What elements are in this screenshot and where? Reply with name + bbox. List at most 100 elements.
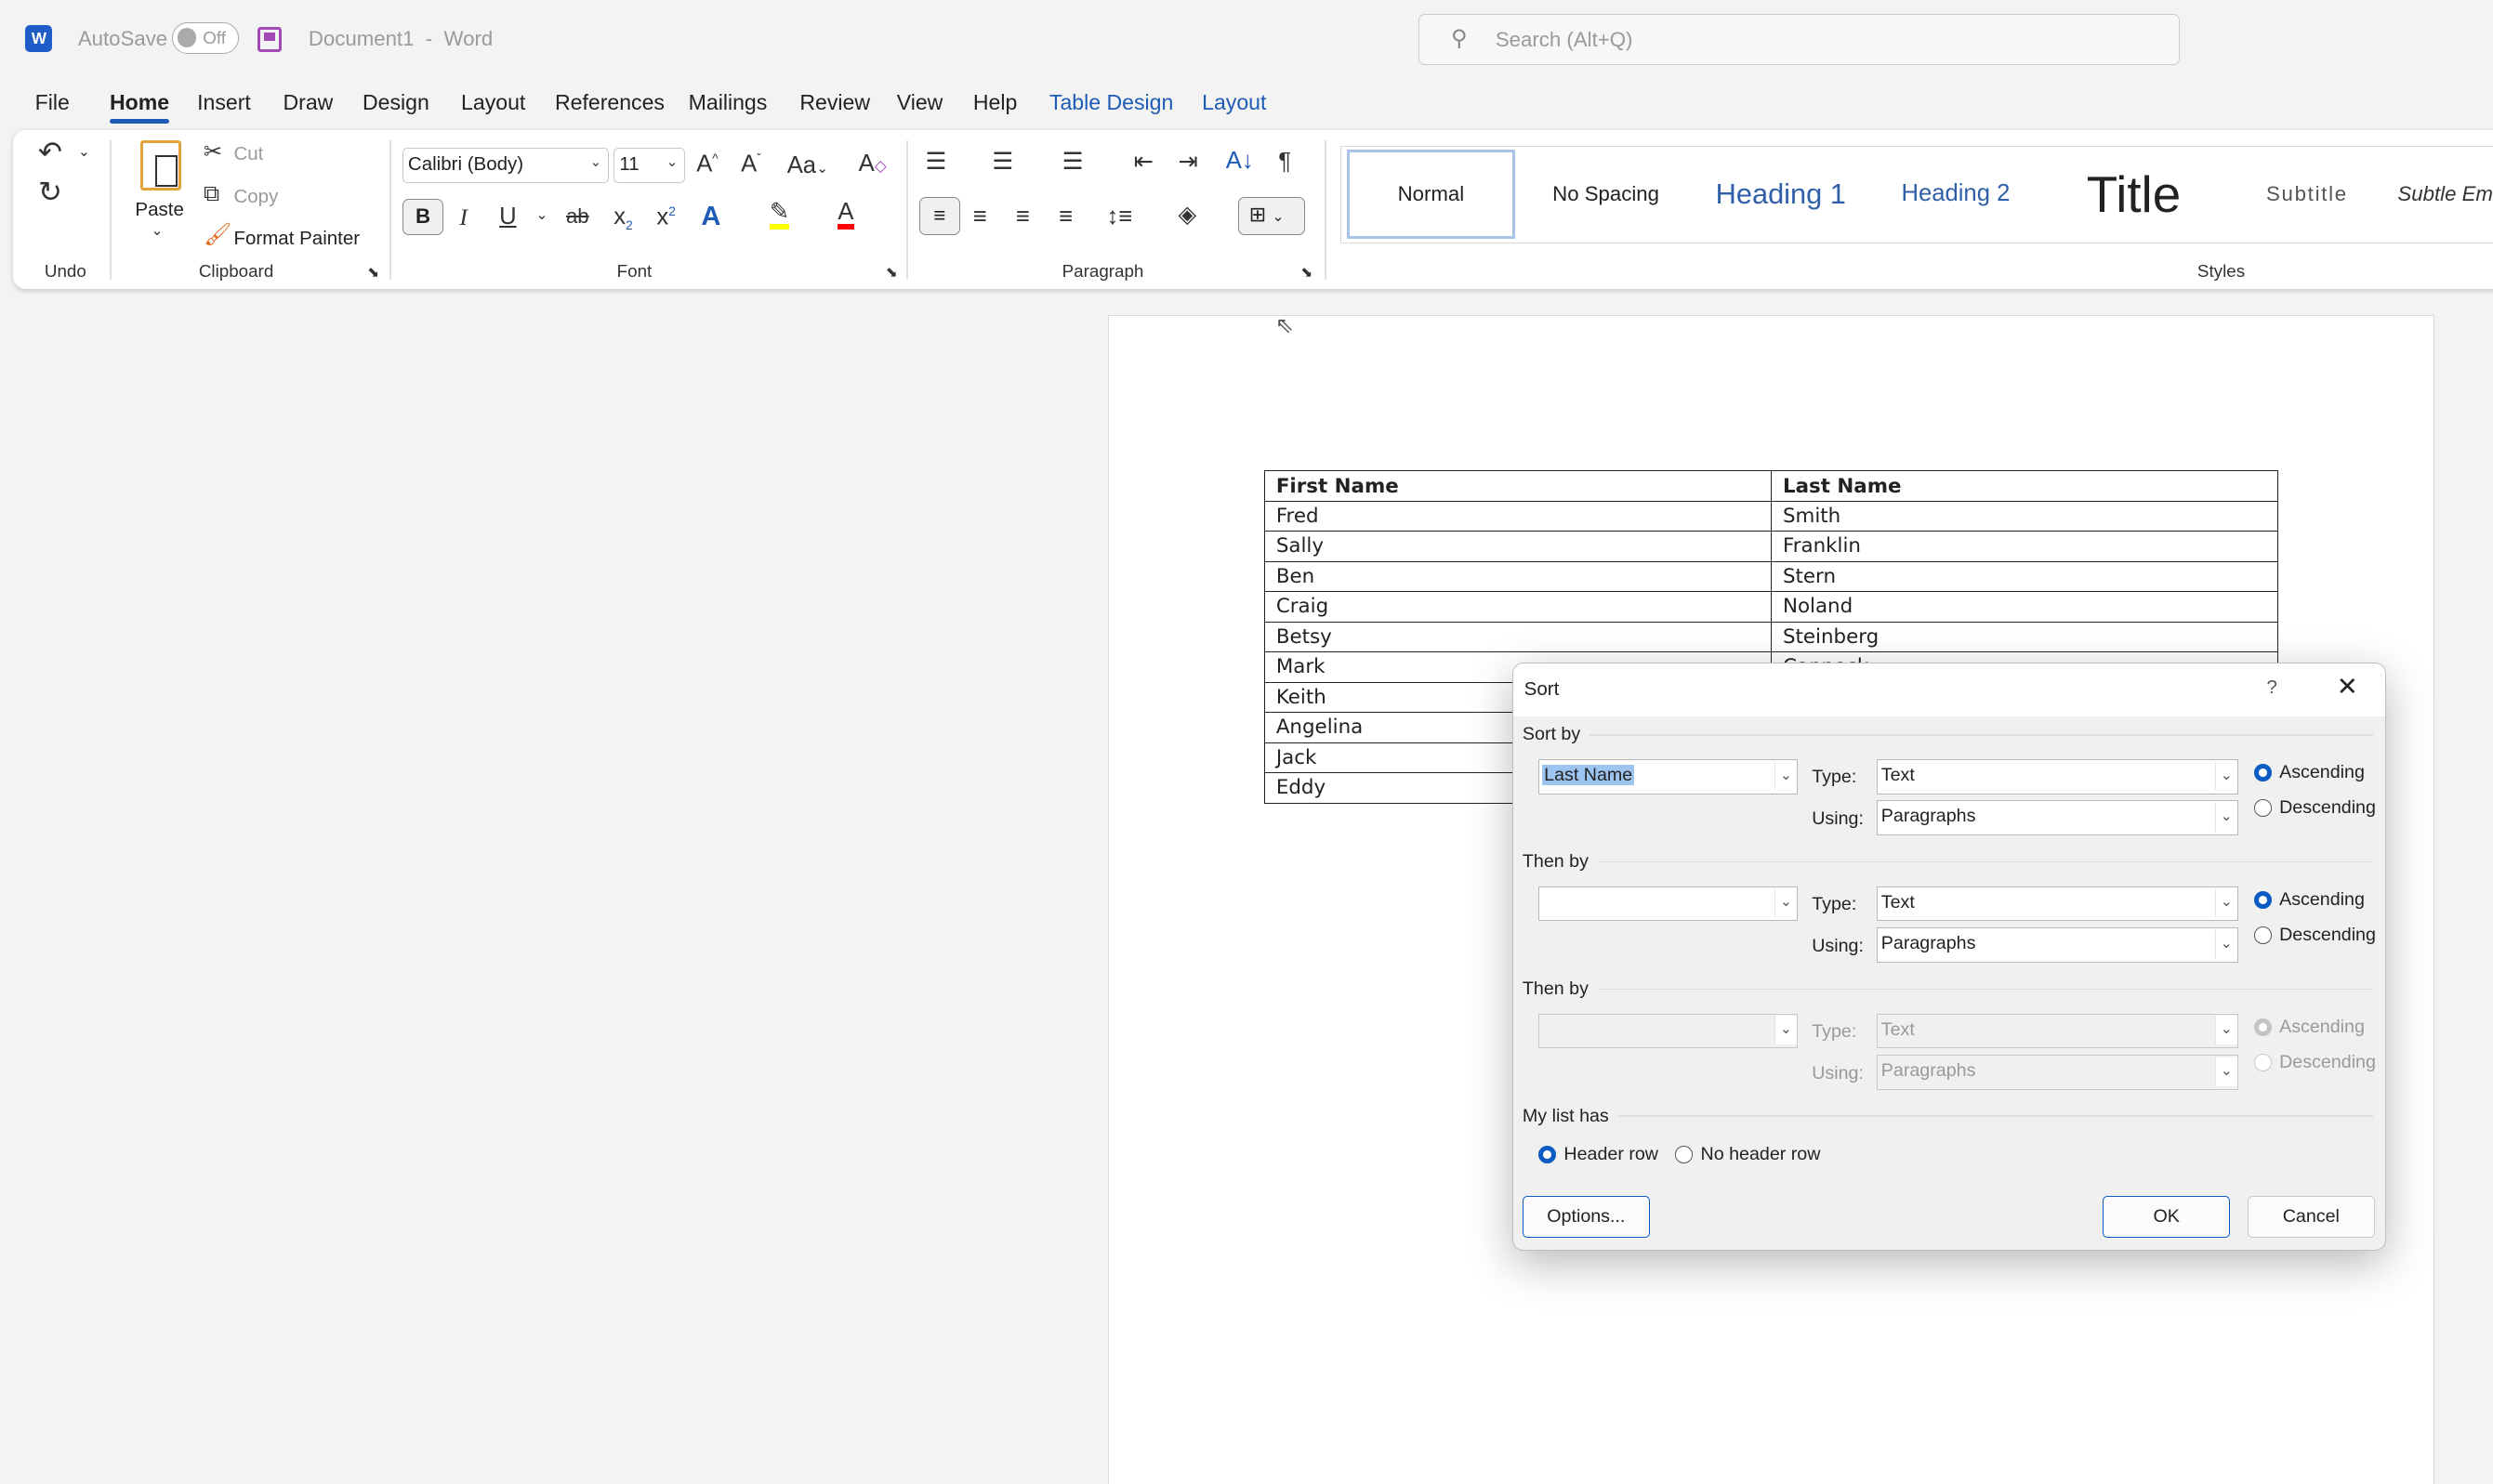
last-name-cell[interactable]: Smith [1770, 500, 2279, 532]
then-by-column-dropdown[interactable]: ⌄ [1538, 886, 1798, 922]
help-button[interactable]: ? [2266, 676, 2276, 699]
tab-home[interactable]: Home [110, 90, 170, 124]
format-painter-button[interactable]: Format Painter [233, 228, 360, 250]
header-cell[interactable]: Last Name [1770, 470, 2279, 502]
no-header-row-radio[interactable]: No header row [1675, 1144, 1820, 1165]
shrink-font-icon[interactable]: Aˇ [741, 152, 761, 177]
ok-button[interactable]: OK [2103, 1196, 2231, 1238]
underline-dropdown-icon[interactable]: ⌄ [535, 208, 547, 222]
options-button[interactable]: Options... [1522, 1196, 1650, 1238]
sort-icon[interactable]: A↓ [1226, 149, 1254, 174]
table-row: Ben Stern [1263, 560, 2279, 593]
tab-table-layout[interactable]: Layout [1202, 90, 1266, 115]
tab-layout[interactable]: Layout [461, 90, 525, 115]
sort-by-using-dropdown[interactable]: Paragraphs ⌄ [1877, 800, 2238, 835]
style-heading-2[interactable]: Heading 2 [1876, 150, 2035, 239]
sort-dialog: Sort ? ✕ Sort by Last Name ⌄ Type: Text ⌄ … [1511, 663, 2387, 1252]
redo-icon: ↻ [38, 175, 62, 208]
then-by-using-dropdown[interactable]: Paragraphs ⌄ [1877, 927, 2238, 963]
show-formatting-icon[interactable]: ¶ [1278, 151, 1291, 175]
align-left-button[interactable]: ≡ [918, 197, 961, 236]
sort-by-descending-radio[interactable]: Descending [2253, 797, 2376, 819]
style-title[interactable]: Title [2051, 150, 2217, 239]
paste-icon[interactable] [139, 139, 181, 191]
first-name-cell[interactable]: Ben [1263, 560, 1772, 593]
then-by-ascending-radio[interactable]: Ascending [2253, 889, 2365, 911]
align-center-icon[interactable]: ≡ [973, 204, 987, 230]
tab-table-design[interactable]: Table Design [1049, 90, 1173, 115]
tab-mailings[interactable]: Mailings [689, 90, 768, 115]
last-name-cell[interactable]: Franklin [1770, 531, 2279, 562]
paragraph-launcher-icon[interactable]: ⬊ [1300, 265, 1312, 280]
align-right-icon[interactable]: ≡ [1016, 204, 1030, 230]
superscript-icon[interactable]: x2 [656, 204, 675, 230]
tab-view[interactable]: View [897, 90, 943, 115]
tab-draw[interactable]: Draw [283, 90, 333, 115]
sort-by-ascending-radio[interactable]: Ascending [2253, 762, 2365, 783]
grow-font-icon[interactable]: A^ [696, 152, 719, 177]
close-icon[interactable]: ✕ [2337, 672, 2358, 702]
header-row-radio[interactable]: Header row [1538, 1144, 1658, 1165]
then-by-type-dropdown[interactable]: Text ⌄ [1877, 886, 2238, 922]
justify-icon[interactable]: ≡ [1059, 204, 1073, 230]
style-subtle-emphasis[interactable]: Subtle Em [2397, 150, 2493, 239]
first-name-cell[interactable]: Sally [1263, 531, 1772, 562]
subscript-icon[interactable]: x2 [613, 204, 632, 232]
tab-file[interactable]: File [35, 90, 70, 115]
increase-indent-icon[interactable]: ⇥ [1178, 151, 1197, 175]
undo-icon[interactable]: ↶ [38, 138, 62, 167]
header-cell[interactable]: First Name [1263, 470, 1772, 502]
search-icon: ⚲ [1450, 25, 1468, 51]
bullets-icon[interactable]: ☰ [926, 151, 947, 175]
style-normal[interactable]: Normal [1346, 149, 1516, 239]
tab-help[interactable]: Help [973, 90, 1017, 115]
change-case-icon[interactable]: Aa⌄ [787, 153, 828, 178]
first-name-cell[interactable]: Betsy [1263, 621, 1772, 653]
last-name-cell[interactable]: Steinberg [1770, 621, 2279, 653]
line-spacing-icon[interactable]: ↕≡ [1107, 204, 1133, 230]
save-icon[interactable] [257, 27, 282, 53]
bold-button[interactable]: B [402, 198, 444, 236]
style-no-spacing[interactable]: No Spacing [1526, 150, 1685, 239]
font-color-icon[interactable]: A [838, 200, 854, 230]
sort-by-type-dropdown[interactable]: Text ⌄ [1877, 758, 2238, 795]
italic-button[interactable]: I [459, 204, 468, 230]
tab-design[interactable]: Design [363, 90, 429, 115]
first-name-cell[interactable]: Fred [1263, 500, 1772, 532]
style-subtitle[interactable]: Subtitle [2229, 150, 2385, 239]
last-name-cell[interactable]: Stern [1770, 560, 2279, 593]
numbering-icon[interactable]: ☰ [992, 151, 1013, 175]
then-by-2-descending-radio: Descending [2253, 1052, 2376, 1073]
autosave-toggle[interactable]: Off [171, 21, 239, 55]
then-by-2-ascending-radio: Ascending [2253, 1017, 2365, 1038]
type-label: Type: [1812, 1021, 1857, 1043]
then-by-descending-radio[interactable]: Descending [2253, 925, 2376, 946]
borders-button[interactable]: ⊞ ⌄ [1238, 197, 1306, 236]
table-row: Fred Smith [1263, 500, 2279, 532]
text-effects-icon[interactable]: A [701, 203, 720, 230]
cancel-button[interactable]: Cancel [2247, 1196, 2375, 1238]
first-name-cell[interactable]: Craig [1263, 591, 1772, 623]
decrease-indent-icon[interactable]: ⇤ [1134, 151, 1154, 175]
clipboard-launcher-icon[interactable]: ⬊ [367, 265, 379, 280]
strikethrough-icon[interactable]: ab [566, 206, 589, 227]
font-name-dropdown[interactable]: Calibri (Body) ⌄ [402, 148, 610, 183]
my-list-has-label: My list has [1523, 1106, 2373, 1127]
paste-button[interactable]: Paste [135, 199, 183, 221]
tab-insert[interactable]: Insert [197, 90, 251, 115]
undo-dropdown-icon[interactable]: ⌄ [78, 144, 90, 159]
font-size-dropdown[interactable]: 11 ⌄ [613, 148, 686, 183]
highlight-icon[interactable]: ✎ [769, 200, 790, 230]
sort-by-column-dropdown[interactable]: Last Name ⌄ [1538, 758, 1798, 795]
underline-button[interactable]: U [499, 204, 517, 230]
multilevel-list-icon[interactable]: ☰ [1062, 151, 1084, 175]
shading-icon[interactable]: ◈ [1178, 203, 1196, 228]
font-launcher-icon[interactable]: ⬊ [886, 265, 898, 280]
style-heading-1[interactable]: Heading 1 [1698, 150, 1864, 239]
clear-formatting-icon[interactable]: A◇ [859, 151, 887, 177]
tab-review[interactable]: Review [799, 90, 870, 115]
paste-dropdown-icon[interactable]: ⌄ [151, 224, 163, 238]
search-box[interactable]: ⚲ Search (Alt+Q) [1418, 14, 2181, 66]
last-name-cell[interactable]: Noland [1770, 591, 2279, 623]
tab-references[interactable]: References [555, 90, 665, 115]
